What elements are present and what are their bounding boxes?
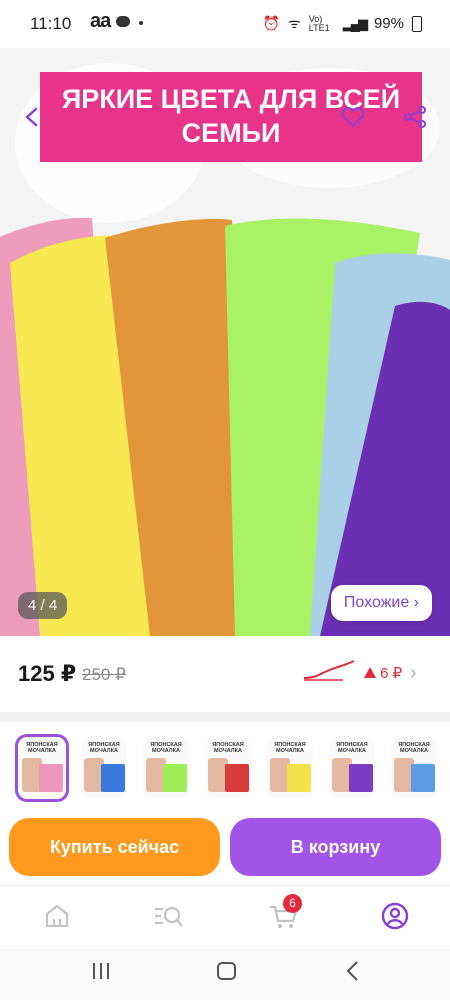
- old-price: 250 ₽: [82, 665, 126, 684]
- thumbnail-pack: [163, 764, 187, 792]
- wifi-icon: ᯤ: [287, 15, 301, 31]
- thumbnail-pack: [287, 764, 311, 792]
- chevron-left-icon: [25, 107, 38, 127]
- thumbnail-pack: [225, 764, 249, 792]
- variant-thumbnails[interactable]: ЯПОНСКАЯ МОЧАЛКА ЯПОНСКАЯ МОЧАЛКА ЯПОНСКАЯ…: [0, 722, 450, 812]
- similar-button[interactable]: Похожие ›: [330, 585, 432, 621]
- variant-thumbnail[interactable]: ЯПОНСКАЯ МОЧАЛКА: [15, 734, 69, 802]
- thumbnail-title: ЯПОНСКАЯ МОЧАЛКА: [150, 742, 182, 754]
- home-square-icon: [217, 962, 236, 980]
- thumbnail-title: ЯПОНСКАЯ МОЧАЛКА: [336, 742, 368, 754]
- share-button[interactable]: [400, 102, 430, 132]
- thumbnail-pack: [39, 764, 63, 792]
- price-change: 6 ₽: [364, 664, 402, 682]
- nav-catalog[interactable]: [152, 900, 184, 932]
- thumbnail-title: ЯПОНСКАЯ МОЧАЛКА: [88, 742, 120, 754]
- dot-icon: [139, 21, 143, 25]
- home-icon: [45, 904, 69, 928]
- price-trend-icon: [303, 660, 355, 681]
- system-navigation-bar: [0, 945, 450, 1000]
- status-app-glyphs: aa: [90, 10, 111, 32]
- status-bar: 11:10 aa ⏰ ᯤ Vo) LTE1 ▂▄▆ 99%: [0, 0, 450, 48]
- chevron-right-icon: ›: [410, 662, 417, 684]
- back-system-button[interactable]: [342, 958, 364, 989]
- triangle-up-icon: [364, 667, 376, 678]
- thumbnail-title: ЯПОНСКАЯ МОЧАЛКА: [26, 742, 58, 754]
- variant-thumbnail[interactable]: ЯПОНСКАЯ МОЧАЛКА: [329, 738, 375, 798]
- bottom-navigation: 6: [0, 885, 450, 946]
- catalog-search-icon: [155, 906, 183, 927]
- message-icon: [116, 16, 130, 27]
- variant-thumbnail[interactable]: ЯПОНСКАЯ МОЧАЛКА: [143, 738, 189, 798]
- nav-profile[interactable]: [379, 900, 411, 932]
- variant-thumbnail[interactable]: ЯПОНСКАЯ МОЧАЛКА: [81, 738, 127, 798]
- nav-home[interactable]: [41, 900, 73, 932]
- favorite-button[interactable]: [338, 102, 368, 132]
- recents-icon: [93, 963, 109, 979]
- image-counter: 4 / 4: [18, 592, 68, 619]
- recents-button[interactable]: [90, 958, 112, 989]
- price-change-value: 6 ₽: [380, 665, 403, 682]
- thumbnail-pack: [349, 764, 373, 792]
- heart-icon: [341, 106, 365, 128]
- price-row[interactable]: 125 ₽ 250 ₽ 6 ₽ ›: [0, 636, 450, 712]
- variant-thumbnail[interactable]: ЯПОНСКАЯ МОЧАЛКА: [391, 738, 437, 798]
- status-time: 11:10: [30, 14, 72, 33]
- signal-icon: ▂▄▆: [342, 15, 368, 31]
- thumbnail-title: ЯПОНСКАЯ МОЧАЛКА: [398, 742, 430, 754]
- home-system-button[interactable]: [214, 958, 240, 989]
- share-icon: [404, 106, 426, 128]
- signal-label: Vo) LTE1: [308, 13, 330, 33]
- battery-icon: [412, 15, 422, 32]
- back-button[interactable]: [18, 102, 48, 132]
- thumbnail-pack: [101, 764, 125, 792]
- product-image-gallery[interactable]: ЯРКИЕ ЦВЕТА ДЛЯ ВСЕЙ СЕМЬИ 4 / 4 Похожие…: [0, 48, 450, 636]
- profile-icon: [381, 902, 409, 930]
- thumbnail-title: ЯПОНСКАЯ МОЧАЛКА: [274, 742, 306, 754]
- current-price: 125 ₽: [18, 661, 77, 686]
- alarm-icon: ⏰: [262, 15, 280, 31]
- add-to-cart-button[interactable]: В корзину: [230, 818, 441, 876]
- battery-label: 99%: [373, 15, 404, 32]
- back-chevron-icon: [346, 961, 358, 981]
- variant-thumbnail[interactable]: ЯПОНСКАЯ МОЧАЛКА: [205, 738, 251, 798]
- thumbnail-pack: [411, 764, 435, 792]
- thumbnail-title: ЯПОНСКАЯ МОЧАЛКА: [212, 742, 244, 754]
- variant-thumbnail[interactable]: ЯПОНСКАЯ МОЧАЛКА: [267, 738, 313, 798]
- section-divider: [0, 712, 450, 722]
- buy-now-button[interactable]: Купить сейчас: [9, 818, 220, 876]
- cart-badge: 6: [283, 894, 302, 913]
